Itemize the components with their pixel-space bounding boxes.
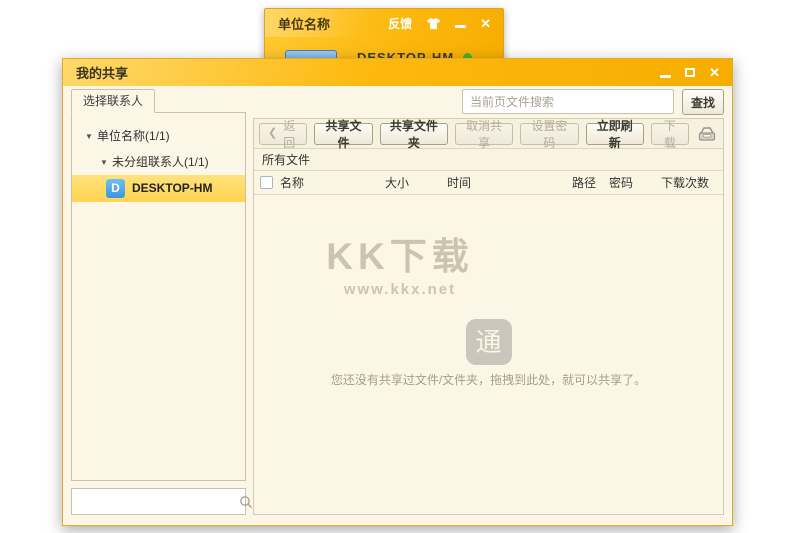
- back-label: 返回: [280, 117, 298, 151]
- file-search-input[interactable]: [462, 89, 674, 114]
- file-search-row: 查找: [253, 89, 724, 115]
- window-controls: ✕: [660, 66, 732, 79]
- column-size[interactable]: 大小: [385, 171, 409, 195]
- my-share-titlebar[interactable]: 我的共享 ✕: [63, 59, 732, 86]
- tree-item-desktop-hm[interactable]: D DESKTOP-HM: [72, 175, 245, 202]
- expand-arrow-icon[interactable]: ▼: [100, 150, 108, 176]
- tree-item-label: 未分组联系人(1/1): [112, 149, 209, 175]
- column-password[interactable]: 密码: [609, 171, 633, 195]
- window-title: 我的共享: [63, 63, 128, 82]
- my-share-window: 我的共享 ✕ 选择联系人 ▼ 单位名称(1/1) ▼ 未分组联系人(1/: [62, 58, 733, 526]
- tree-item-label: DESKTOP-HM: [132, 175, 212, 202]
- column-path[interactable]: 路径: [572, 171, 596, 195]
- sidebar-search-box: [71, 488, 246, 515]
- find-button[interactable]: 查找: [682, 89, 724, 115]
- column-downloads[interactable]: 下载次数: [661, 171, 709, 195]
- download-button[interactable]: 下载: [651, 123, 689, 145]
- set-password-button[interactable]: 设置密码: [520, 123, 578, 145]
- contacts-sidebar: 选择联系人 ▼ 单位名称(1/1) ▼ 未分组联系人(1/1) D DESKTO…: [71, 89, 246, 515]
- share-folder-button[interactable]: 共享文件夹: [380, 123, 448, 145]
- skin-tshirt-icon[interactable]: [426, 17, 441, 30]
- tree-item-unit[interactable]: ▼ 单位名称(1/1): [72, 123, 245, 149]
- app-logo-icon: 通: [466, 319, 512, 365]
- background-window-title: 单位名称: [265, 14, 330, 33]
- contacts-tree: ▼ 单位名称(1/1) ▼ 未分组联系人(1/1) D DESKTOP-HM: [71, 112, 246, 481]
- share-file-button[interactable]: 共享文件: [314, 123, 372, 145]
- refresh-button[interactable]: 立即刷新: [586, 123, 644, 145]
- file-toolbar: ❮ 返回 共享文件 共享文件夹 取消共享 设置密码 立即刷新 下载: [254, 119, 723, 149]
- cancel-share-button[interactable]: 取消共享: [455, 123, 513, 145]
- window-content: 选择联系人 ▼ 单位名称(1/1) ▼ 未分组联系人(1/1) D DESKTO…: [63, 86, 732, 525]
- tree-item-label: 单位名称(1/1): [97, 123, 170, 149]
- close-button[interactable]: ✕: [709, 66, 720, 79]
- printer-icon[interactable]: [696, 125, 718, 143]
- back-button[interactable]: ❮ 返回: [259, 123, 307, 145]
- feedback-link[interactable]: 反馈: [388, 15, 412, 32]
- file-list-container: ❮ 返回 共享文件 共享文件夹 取消共享 设置密码 立即刷新 下载: [253, 118, 724, 515]
- screenshot-stage: 单位名称 反馈 ✕ DESKTOP-HM 我的共享: [0, 0, 800, 533]
- sidebar-search-input[interactable]: [72, 495, 239, 509]
- expand-arrow-icon[interactable]: ▼: [85, 124, 93, 150]
- file-list-drop-zone[interactable]: 通 您还没有共享过文件/文件夹，拖拽到此处，就可以共享了。: [254, 195, 723, 514]
- search-icon: [239, 495, 253, 509]
- files-panel: 查找 ❮ 返回 共享文件 共享文件夹 取消共享 设置密码 立即刷新 下载: [253, 89, 724, 515]
- background-window-controls: 反馈 ✕: [388, 15, 503, 32]
- minimize-button[interactable]: [660, 75, 671, 78]
- file-table-header: 名称 大小 时间 路径 密码 下载次数: [254, 171, 723, 195]
- column-time[interactable]: 时间: [447, 171, 471, 195]
- select-all-checkbox[interactable]: [260, 176, 273, 189]
- contact-avatar: D: [106, 179, 125, 198]
- tree-item-ungrouped[interactable]: ▼ 未分组联系人(1/1): [72, 149, 245, 175]
- empty-state-message: 您还没有共享过文件/文件夹，拖拽到此处，就可以共享了。: [254, 371, 723, 388]
- tab-select-contacts[interactable]: 选择联系人: [71, 89, 155, 113]
- minimize-button[interactable]: [455, 25, 466, 28]
- column-name[interactable]: 名称: [280, 171, 304, 195]
- background-window-titlebar: 单位名称 反馈 ✕: [265, 9, 503, 37]
- all-files-section-label: 所有文件: [254, 149, 723, 171]
- close-button[interactable]: ✕: [480, 17, 491, 30]
- chevron-left-icon: ❮: [268, 128, 277, 139]
- maximize-button[interactable]: [685, 68, 695, 77]
